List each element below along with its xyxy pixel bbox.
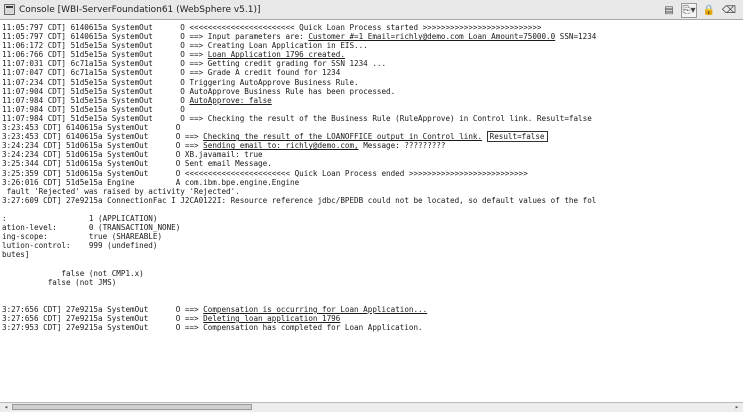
console-text: 3:27:656 CDT] 27e9215a SystemOut O ==>	[2, 314, 204, 323]
console-text: Checking the result of the LOANOFFICE ou…	[203, 132, 483, 142]
console-text: 11:07:234 CDT] 51d5e15a SystemOut O Trig…	[2, 77, 359, 87]
console-text: 11:07:031 CDT] 6c71a15a SystemOut O ==> …	[2, 59, 387, 69]
console-text: 3:25:359 CDT] 51d0615a SystemOut O <<<<<…	[2, 168, 528, 178]
console-text: 11:05:797 CDT] 6140615a SystemOut O ==> …	[2, 32, 309, 42]
view-toolbar: ▤ ⎘▾ 🔒 ⌫	[661, 2, 737, 18]
console-text: butes]	[2, 250, 30, 260]
console-line: 3:26:016 CDT] 51d5e15a Engine A com.ibm.…	[2, 178, 740, 187]
console-line: 11:05:797 CDT] 6140615a SystemOut O <<<<…	[2, 23, 740, 32]
console-text: ation-level: 0 (TRANSACTION_NONE)	[2, 223, 181, 233]
console-text: 11:07:904 CDT] 51d5e15a SystemOut O Auto…	[2, 86, 396, 96]
console-text: 11:06:172 CDT] 51d5e15a SystemOut O ==> …	[2, 41, 368, 51]
console-line: 3:25:344 CDT] 51d0615a SystemOut O Sent …	[2, 159, 740, 168]
console-text: 3:23:453 CDT] 6140615a SystemOut O ==>	[2, 132, 204, 142]
console-line: 3:23:453 CDT] 6140615a SystemOut O ==> C…	[2, 131, 740, 143]
console-text: Compensation is occurring for Loan Appli…	[203, 304, 428, 314]
console-line: 3:25:359 CDT] 51d0615a SystemOut O <<<<<…	[2, 169, 740, 178]
console-text: ing-scope: true (SHAREABLE)	[2, 232, 163, 242]
view-title[interactable]: Console [WBI-ServerFoundation61 (WebSphe…	[19, 3, 261, 17]
console-text: 3:27:953 CDT] 27e9215a SystemOut O ==> C…	[2, 323, 423, 333]
console-line: 11:07:984 CDT] 51d5e15a SystemOut O Auto…	[2, 96, 740, 105]
console-text: Message: ?????????	[358, 141, 446, 151]
console-line: 11:06:172 CDT] 51d5e15a SystemOut O ==> …	[2, 41, 740, 50]
console-text: : 1 (APPLICATION)	[2, 213, 158, 223]
console-line: 11:07:904 CDT] 51d5e15a SystemOut O Auto…	[2, 87, 740, 96]
console-text: 3:26:016 CDT] 51d5e15a Engine A com.ibm.…	[2, 177, 300, 187]
console-text: false (not CMP1.x)	[2, 268, 144, 278]
horizontal-scrollbar[interactable]: ◂ ▸	[0, 402, 743, 412]
lock-icon[interactable]: 🔒	[701, 3, 717, 18]
console-text: 3:24:234 CDT] 51d0615a SystemOut O XB.ja…	[2, 150, 263, 160]
console-text: 3:23:453 CDT] 6140615a SystemOut O	[2, 123, 181, 133]
console-icon	[4, 4, 15, 15]
console-line: ation-level: 0 (TRANSACTION_NONE)	[2, 223, 740, 232]
console-text: Loan Application 1796 created.	[207, 50, 345, 60]
console-line: fault 'Rejected' was raised by activity …	[2, 187, 740, 196]
console-line: false (not JMS)	[2, 278, 740, 287]
console-line: 3:24:234 CDT] 51d0615a SystemOut O ==> S…	[2, 141, 740, 150]
console-text: 11:07:047 CDT] 6c71a15a SystemOut O ==> …	[2, 68, 341, 78]
console-text: 11:07:984 CDT] 51d5e15a SystemOut O	[2, 95, 190, 105]
console-text: Customer #=1 Email=richly@demo.com Loan …	[308, 32, 556, 42]
console-text: 11:05:797 CDT] 6140615a SystemOut O <<<<…	[2, 23, 542, 32]
console-text: AutoApprove: false	[189, 95, 272, 105]
console-view-titlebar: Console [WBI-ServerFoundation61 (WebSphe…	[0, 0, 743, 20]
console-line: 11:07:031 CDT] 6c71a15a SystemOut O ==> …	[2, 59, 740, 68]
console-text: 11:06:766 CDT] 51d5e15a SystemOut O ==>	[2, 50, 208, 60]
scroll-left-icon[interactable]: ◂	[1, 403, 11, 412]
console-text: 3:27:656 CDT] 27e9215a SystemOut O ==>	[2, 304, 204, 314]
console-line: 3:24:234 CDT] 51d0615a SystemOut O XB.ja…	[2, 150, 740, 159]
console-line: 11:07:984 CDT] 51d5e15a SystemOut O	[2, 105, 740, 114]
console-line: 3:23:453 CDT] 6140615a SystemOut O	[2, 123, 740, 132]
display-console-icon[interactable]: ▤	[661, 3, 677, 18]
console-line: 11:05:797 CDT] 6140615a SystemOut O ==> …	[2, 32, 740, 41]
console-text: Sending email to: richly@demo.com,	[203, 141, 359, 151]
console-line: false (not CMP1.x)	[2, 269, 740, 278]
console-line: : 1 (APPLICATION)	[2, 214, 740, 223]
console-text: 3:25:344 CDT] 51d0615a SystemOut O Sent …	[2, 159, 272, 169]
console-line: lution-control: 999 (undefined)	[2, 241, 740, 250]
console-text: 3:24:234 CDT] 51d0615a SystemOut O ==>	[2, 141, 204, 151]
console-line: 3:27:609 CDT] 27e9215a ConnectionFac I J…	[2, 196, 740, 205]
console-line: butes]	[2, 250, 740, 259]
console-text: Deleting loan application 1796	[203, 314, 341, 323]
console-text: false (not JMS)	[2, 277, 117, 287]
console-text: lution-control: 999 (undefined)	[2, 241, 158, 251]
console-line: 11:07:984 CDT] 51d5e15a SystemOut O ==> …	[2, 114, 740, 123]
console-line: 11:06:766 CDT] 51d5e15a SystemOut O ==> …	[2, 50, 740, 59]
console-line: 3:27:656 CDT] 27e9215a SystemOut O ==> D…	[2, 314, 740, 323]
console-text: 11:07:984 CDT] 51d5e15a SystemOut O	[2, 104, 185, 114]
console-line: 11:07:234 CDT] 51d5e15a SystemOut O Trig…	[2, 78, 740, 87]
console-text: 11:07:984 CDT] 51d5e15a SystemOut O ==> …	[2, 113, 592, 123]
scroll-right-icon[interactable]: ▸	[732, 403, 742, 412]
console-line: 11:07:047 CDT] 6c71a15a SystemOut O ==> …	[2, 68, 740, 77]
console-text: fault 'Rejected' was raised by activity …	[2, 186, 240, 196]
pin-icon[interactable]: ⎘▾	[681, 2, 697, 18]
clear-icon[interactable]: ⌫	[721, 3, 737, 18]
console-output[interactable]: 11:05:797 CDT] 6140615a SystemOut O <<<<…	[2, 23, 740, 401]
highlighted-result: Result=false	[486, 131, 548, 143]
console-line: 3:27:656 CDT] 27e9215a SystemOut O ==> C…	[2, 305, 740, 314]
console-line: 3:27:953 CDT] 27e9215a SystemOut O ==> C…	[2, 323, 740, 332]
scrollbar-thumb[interactable]	[12, 404, 252, 410]
console-text: 3:27:609 CDT] 27e9215a ConnectionFac I J…	[2, 195, 597, 205]
console-line: ing-scope: true (SHAREABLE)	[2, 232, 740, 241]
console-text: SSN=1234	[555, 32, 597, 42]
